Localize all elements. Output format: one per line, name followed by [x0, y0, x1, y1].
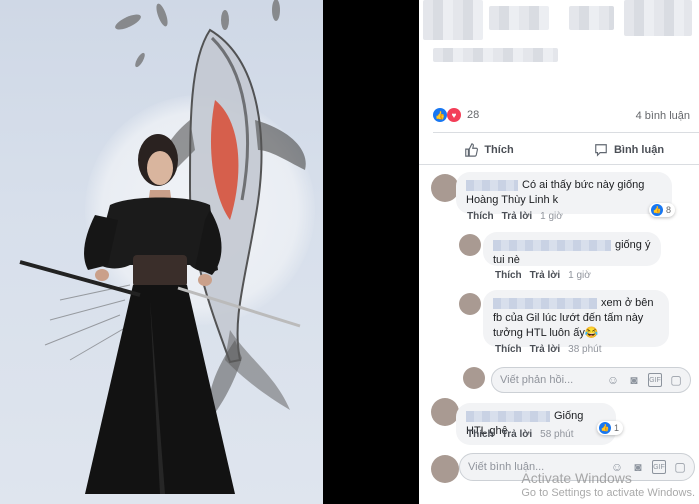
- camera-icon[interactable]: ◙: [627, 373, 641, 387]
- comment-like-link[interactable]: Thích: [495, 270, 522, 281]
- avatar[interactable]: [459, 234, 481, 256]
- reaction-summary[interactable]: 👍 ♥ 28: [433, 108, 479, 122]
- comment-count[interactable]: 4 bình luận: [636, 110, 690, 122]
- commenter-name-blurred[interactable]: [466, 179, 518, 191]
- comment-reply-link[interactable]: Trả lời: [530, 344, 560, 355]
- avatar: [431, 455, 459, 483]
- comment-bubble: Có ai thấy bức này giống Hoàng Thùy Linh…: [456, 172, 672, 214]
- laughing-emoji: 😂: [584, 327, 599, 339]
- comment-like-link[interactable]: Thích: [467, 211, 494, 222]
- comment-meta: Thích Trả lời 38 phút: [495, 344, 602, 355]
- koi-fish-painting: [19, 0, 306, 494]
- reaction-badge[interactable]: 👍 8: [649, 203, 676, 217]
- commenter-name-blurred[interactable]: [493, 239, 611, 251]
- photo-backdrop: [323, 0, 419, 504]
- comment-bubble: giống ý tui nè: [483, 232, 661, 266]
- page-avatar-blurred: [423, 0, 483, 40]
- comment-meta: Thích Trả lời 58 phút: [467, 429, 574, 440]
- watermark-subtitle: Go to Settings to activate Windows.: [521, 487, 695, 499]
- activate-windows-watermark: Activate Windows Go to Settings to activ…: [521, 471, 695, 501]
- comment-reply-link[interactable]: Trả lời: [530, 270, 560, 281]
- divider: [433, 132, 699, 133]
- sticker-icon[interactable]: ▢: [669, 373, 683, 387]
- watermark-title: Activate Windows: [521, 470, 632, 486]
- comment-reply-link[interactable]: Trả lời: [502, 211, 532, 222]
- avatar: [463, 367, 485, 389]
- reaction-badge-count: 8: [666, 205, 672, 215]
- like-icon: 👍: [599, 422, 611, 434]
- speech-bubble-icon: [595, 144, 607, 157]
- avatar[interactable]: [431, 174, 459, 202]
- post-actions: Thích Bình luận: [419, 140, 699, 160]
- comments-panel: 👍 ♥ 28 4 bình luận Thích Bình luận Có ai…: [419, 0, 699, 504]
- header-menu-blurred: [624, 0, 692, 36]
- commenter-name-blurred[interactable]: [493, 297, 597, 309]
- reply-input[interactable]: Viết phản hồi... ☺ ◙ GIF ▢: [491, 367, 691, 393]
- like-button[interactable]: Thích: [419, 140, 559, 160]
- divider: [419, 164, 699, 165]
- like-icon: 👍: [433, 108, 447, 122]
- comment-meta: Thích Trả lời 1 giờ: [467, 211, 563, 222]
- reaction-count: 28: [467, 109, 480, 121]
- reaction-badge-count: 1: [614, 423, 620, 433]
- comment-time[interactable]: 58 phút: [540, 429, 573, 440]
- love-icon: ♥: [447, 108, 461, 122]
- comment-meta: Thích Trả lời 1 giờ: [495, 270, 591, 281]
- reaction-badge[interactable]: 👍 1: [597, 421, 624, 435]
- post-photo[interactable]: [0, 0, 323, 504]
- thumb-icon: [465, 143, 479, 157]
- page-name-blurred: [489, 6, 549, 30]
- comment-time[interactable]: 38 phút: [568, 344, 601, 355]
- like-icon: 👍: [651, 204, 663, 216]
- comment-like-link[interactable]: Thích: [495, 344, 522, 355]
- avatar[interactable]: [431, 398, 459, 426]
- header-meta-blurred: [569, 6, 614, 30]
- caption-blurred: [433, 48, 558, 62]
- emoji-icon[interactable]: ☺: [606, 373, 620, 387]
- comment-label: Bình luận: [613, 144, 665, 156]
- reply-placeholder: Viết phản hồi...: [500, 374, 574, 386]
- gif-icon[interactable]: GIF: [648, 373, 662, 387]
- comment-reply-link[interactable]: Trả lời: [502, 429, 532, 440]
- comment-time[interactable]: 1 giờ: [540, 211, 563, 222]
- like-label: Thích: [484, 144, 514, 156]
- comment-time[interactable]: 1 giờ: [568, 270, 591, 281]
- comment-button[interactable]: Bình luận: [559, 140, 699, 160]
- comment-bubble: xem ở bên fb của Gil lúc lướt đến tấm nà…: [483, 290, 669, 347]
- comment-like-link[interactable]: Thích: [467, 429, 494, 440]
- avatar[interactable]: [459, 293, 481, 315]
- commenter-name-blurred[interactable]: [466, 410, 550, 422]
